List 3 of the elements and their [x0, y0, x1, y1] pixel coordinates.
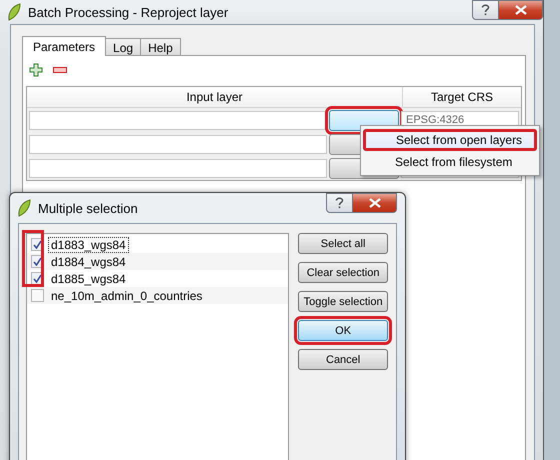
- dialog-title: Multiple selection: [38, 200, 139, 216]
- window-title: Batch Processing - Reproject layer: [28, 4, 230, 20]
- column-header: Target CRS: [430, 89, 494, 106]
